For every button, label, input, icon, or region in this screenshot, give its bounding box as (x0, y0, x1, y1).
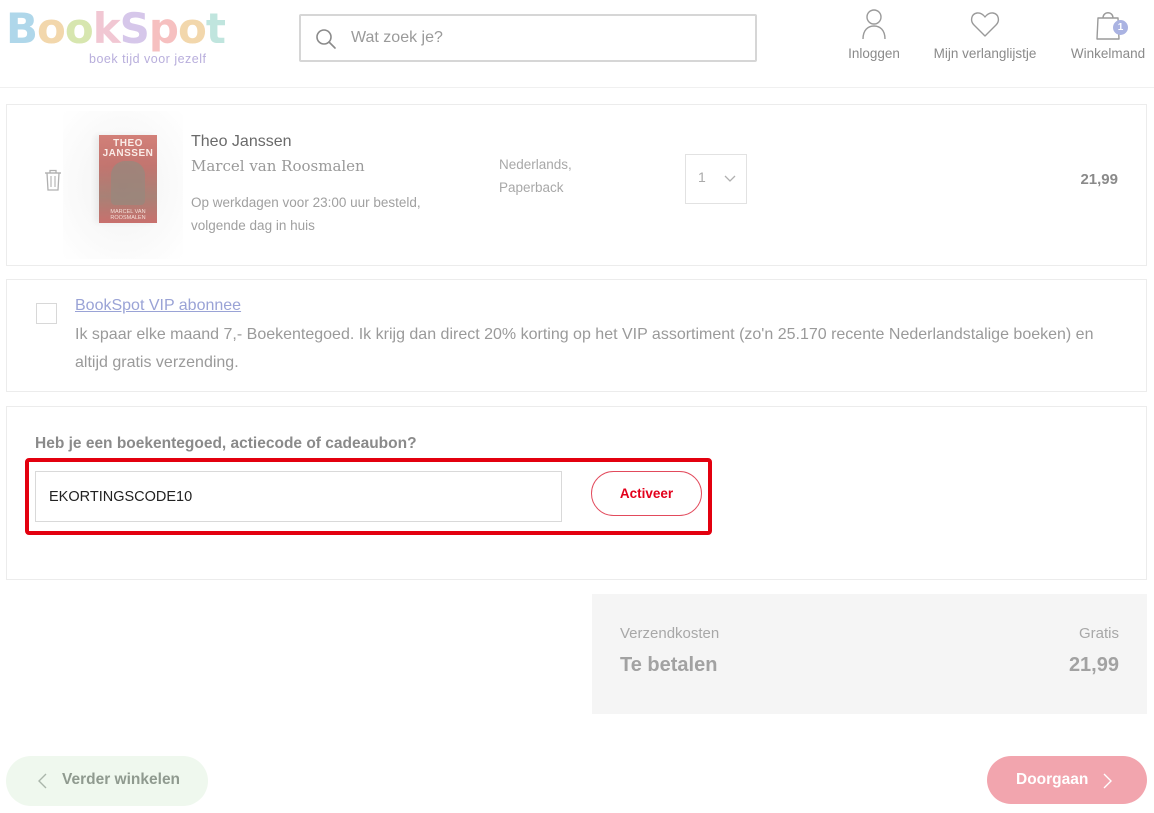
activate-button[interactable]: Activeer (591, 471, 702, 516)
item-delivery-info: Op werkdagen voor 23:00 uur besteld, vol… (191, 195, 421, 233)
chevron-down-icon (724, 175, 736, 182)
logo-wordmark: BookSpot (6, 4, 226, 53)
nav-wishlist-label: Mijn verlanglijstje (933, 46, 1037, 61)
item-format: Nederlands, Paperback (499, 157, 572, 195)
nav-cart[interactable]: 1 Winkelmand (1064, 8, 1152, 61)
site-header: BookSpot boek tijd voor jezelf Inloggen … (0, 0, 1154, 88)
vip-checkbox[interactable] (36, 303, 57, 324)
voucher-label: Heb je een boekentegoed, actiecode of ca… (35, 435, 417, 452)
book-cover-title: THEO JANSSEN (102, 138, 154, 159)
vip-description: Ik spaar elke maand 7,- Boekentegoed. Ik… (75, 326, 1094, 371)
order-summary: Verzendkosten Gratis Te betalen 21,99 (592, 594, 1147, 714)
continue-shopping-button[interactable]: Verder winkelen (6, 756, 208, 806)
nav-cart-label: Winkelmand (1070, 46, 1146, 61)
item-title[interactable]: Theo Janssen (191, 133, 292, 151)
search-icon[interactable] (315, 28, 337, 50)
chevron-right-icon (1103, 773, 1112, 789)
search-bar[interactable] (299, 14, 757, 62)
trash-icon[interactable] (43, 169, 63, 191)
item-author: Marcel van Roosmalen (191, 157, 365, 175)
user-icon (862, 9, 886, 40)
book-cover-image[interactable]: THEO JANSSEN MARCEL VAN ROOSMALEN (99, 135, 157, 223)
continue-shopping-label: Verder winkelen (62, 771, 181, 788)
logo-tagline: boek tijd voor jezelf (89, 52, 207, 66)
book-cover-figure (111, 161, 145, 205)
nav-login[interactable]: Inloggen (842, 8, 906, 61)
bookspot-logo[interactable]: BookSpot boek tijd voor jezelf (6, 6, 226, 68)
cart-count-badge: 1 (1113, 20, 1128, 35)
quantity-value: 1 (698, 169, 706, 185)
shipping-value: Gratis (1078, 625, 1119, 642)
quantity-select[interactable]: 1 (685, 154, 747, 204)
proceed-button[interactable]: Doorgaan (987, 756, 1147, 804)
nav-wishlist[interactable]: Mijn verlanglijstje (926, 8, 1044, 61)
search-input[interactable] (351, 24, 741, 52)
vip-link[interactable]: BookSpot VIP abonnee (75, 297, 241, 315)
chevron-left-icon (38, 773, 47, 789)
proceed-label: Doorgaan (1016, 771, 1089, 788)
heart-icon (970, 12, 1000, 37)
shipping-label: Verzendkosten (620, 625, 720, 642)
voucher-code-input[interactable] (35, 471, 562, 522)
nav-login-label: Inloggen (848, 46, 900, 61)
total-value: 21,99 (1068, 654, 1119, 676)
item-price: 21,99 (1080, 171, 1118, 188)
book-cover-author: MARCEL VAN ROOSMALEN (110, 209, 146, 221)
total-label: Te betalen (620, 654, 718, 676)
cart-item: THEO JANSSEN MARCEL VAN ROOSMALEN Theo J… (6, 104, 1147, 266)
vip-subscription-option: BookSpot VIP abonnee Ik spaar elke maand… (6, 279, 1147, 392)
voucher-section: Heb je een boekentegoed, actiecode of ca… (6, 406, 1147, 580)
